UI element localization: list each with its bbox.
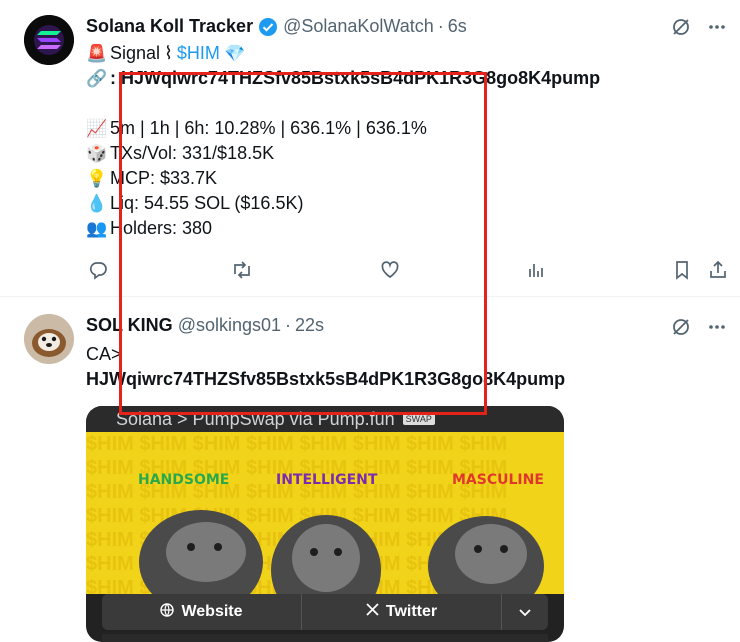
tweet-text: 🚨 Signal ⌇ $HIM 💎 🔗 : HJWqiwrc74THZSfv85… [86, 41, 600, 241]
bookmark-icon[interactable] [670, 258, 694, 282]
source-text: Solana > PumpSwap via Pump.fun [116, 408, 395, 429]
stat-line: 👥 Holders: 380 [86, 216, 600, 241]
more-options-icon[interactable] [706, 316, 728, 338]
grok-icon[interactable] [670, 316, 692, 338]
link-icon: 🔗 [86, 69, 108, 88]
stat-text: MCP: $33.7K [110, 168, 218, 188]
separator-dot: · [437, 16, 444, 36]
siren-icon: 🚨 [86, 44, 108, 63]
repost-icon[interactable] [230, 258, 254, 282]
grok-icon[interactable] [670, 16, 692, 38]
tweet-2[interactable]: SOL KING @solkings01 · 22s CA> HJWqiwrc7… [0, 298, 740, 642]
stat-text: TXs/Vol: 331/$18.5K [110, 143, 275, 163]
more-links-button[interactable] [502, 594, 548, 630]
stat-line: 📈 5m | 1h | 6h: 10.28% | 636.1% | 636.1% [86, 116, 600, 141]
stat-text: Liq: 54.55 SOL ($16.5K) [110, 193, 304, 213]
stat-line: 💡 MCP: $33.7K [86, 166, 600, 191]
tweet-actions [86, 258, 734, 282]
twitter-label: Twitter [385, 603, 438, 620]
display-name[interactable]: Solana Koll Tracker [86, 16, 253, 37]
signal-line: 🚨 Signal ⌇ $HIM 💎 [86, 41, 600, 66]
contract-address: : HJWqiwrc74THZSfv85Bstxk5sB4dPK1R3G8go8… [110, 68, 601, 88]
tweet-top-icons [670, 16, 728, 38]
cashtag-link[interactable]: $HIM [177, 41, 220, 66]
display-name[interactable]: SOL KING [86, 315, 173, 336]
ca-line: CA> [86, 344, 122, 364]
contract-address: HJWqiwrc74THZSfv85Bstxk5sB4dPK1R3G8go8K4… [86, 369, 566, 389]
x-logo-icon [366, 603, 379, 621]
more-options-icon[interactable] [706, 16, 728, 38]
people-icon: 👥 [86, 219, 108, 238]
chevron-down-icon [519, 609, 531, 617]
stat-text: Holders: 380 [110, 218, 213, 238]
timestamp[interactable]: 22s [295, 315, 324, 336]
contract-line: 🔗 : HJWqiwrc74THZSfv85Bstxk5sB4dPK1R3G8g… [86, 66, 600, 91]
tweet-header: SOL KING @solkings01 · 22s [86, 315, 324, 336]
card-buttons: Website Twitter [102, 594, 548, 630]
handle[interactable]: @SolanaKolWatch [283, 16, 434, 37]
media-card[interactable]: Solana > PumpSwap via Pump.fun SWAP $HIM… [86, 406, 564, 642]
website-button[interactable]: Website [102, 594, 302, 630]
tweet-top-icons [670, 316, 728, 338]
like-icon[interactable] [378, 258, 402, 282]
share-icon[interactable] [706, 258, 730, 282]
separator-dot: · [285, 315, 292, 335]
handle[interactable]: @solkings01 [178, 315, 281, 336]
meme-faces-image [139, 510, 544, 594]
stat-line: 🎲 TXs/Vol: 331/$18.5K [86, 141, 600, 166]
chart-up-icon: 📈 [86, 119, 108, 138]
droplet-icon: 💧 [86, 194, 108, 213]
signal-sep: ⌇ [164, 43, 173, 63]
card-image[interactable]: $HIM $HIM $HIM $HIM $HIM $HIM $HIM $HIM … [86, 432, 564, 594]
stat-line: 💧 Liq: 54.55 SOL ($16.5K) [86, 191, 600, 216]
timestamp[interactable]: 6s [448, 16, 467, 37]
gem-icon: 💎 [224, 44, 246, 63]
verified-badge-icon [258, 17, 278, 37]
signal-word: Signal [110, 43, 161, 63]
word-masculine: MASCULINE [452, 472, 544, 488]
swap-badge: SWAP [402, 413, 435, 425]
reply-icon[interactable] [86, 258, 110, 282]
stat-text: 5m | 1h | 6h: 10.28% | 636.1% | 636.1% [110, 118, 427, 138]
avatar[interactable] [24, 15, 74, 65]
views-icon[interactable] [524, 258, 548, 282]
bulb-icon: 💡 [86, 169, 108, 188]
card-bottom-bar [102, 634, 548, 642]
dice-icon: 🎲 [86, 144, 108, 163]
word-handsome: HANDSOME [138, 472, 230, 488]
tweet-text: CA> HJWqiwrc74THZSfv85Bstxk5sB4dPK1R3G8g… [86, 342, 565, 392]
avatar[interactable] [24, 314, 74, 364]
card-source-bar: Solana > PumpSwap via Pump.fun SWAP [86, 406, 564, 432]
tweet-header: Solana Koll Tracker @SolanaKolWatch · 6s [86, 16, 467, 37]
word-intelligent: INTELLIGENT [276, 472, 378, 488]
globe-icon [160, 602, 175, 622]
website-label: Website [181, 603, 243, 620]
tweet-1[interactable]: Solana Koll Tracker @SolanaKolWatch · 6s… [0, 0, 740, 297]
twitter-button[interactable]: Twitter [302, 594, 502, 630]
